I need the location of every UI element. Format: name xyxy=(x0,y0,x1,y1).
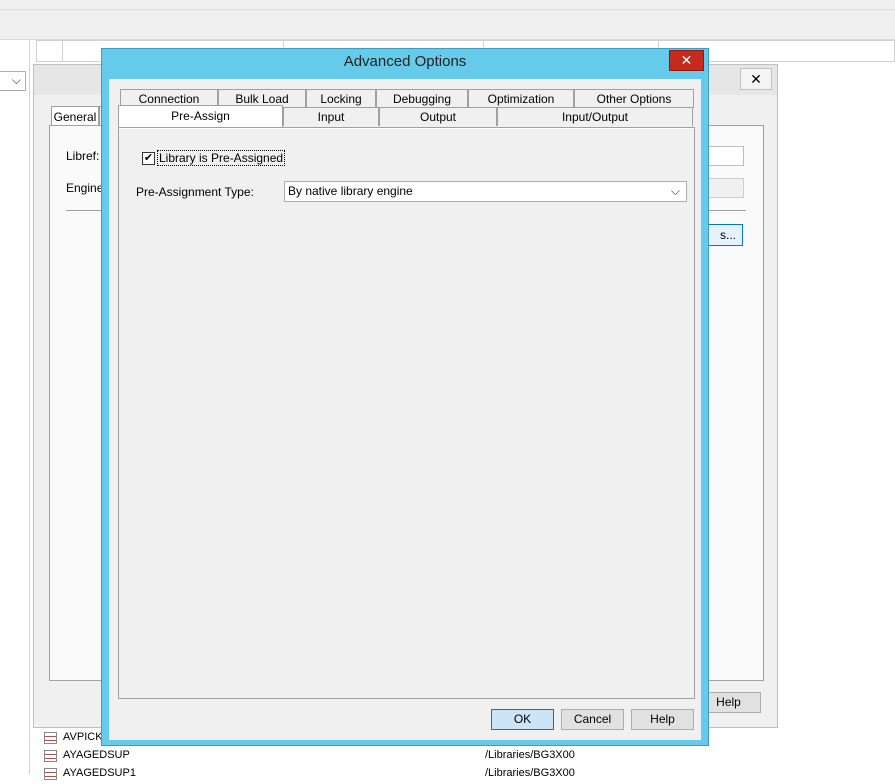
preassignment-type-label: Pre-Assignment Type: xyxy=(136,185,254,199)
chevron-down-icon: ⌵ xyxy=(670,184,680,198)
pre-assign-panel: ✔ Library is Pre-Assigned Pre-Assignment… xyxy=(118,127,695,699)
tab-debugging[interactable]: Debugging xyxy=(376,89,468,108)
tab-other-options[interactable]: Other Options xyxy=(574,89,694,108)
libref-label: Libref: xyxy=(66,149,100,163)
tab-input[interactable]: Input xyxy=(283,107,379,126)
checkmark-icon: ✔ xyxy=(143,152,154,164)
tab-input-output[interactable]: Input/Output xyxy=(497,107,693,126)
preassigned-checkbox[interactable]: ✔ xyxy=(142,152,155,165)
list-item-name: AYAGEDSUP xyxy=(63,749,130,761)
close-button[interactable]: ✕ xyxy=(740,68,772,90)
help-button[interactable]: Help xyxy=(631,709,694,730)
list-item-name: AYAGEDSUP1 xyxy=(63,767,136,779)
list-item-path: /Libraries/BG3X00 xyxy=(485,767,575,779)
dialog-client: Connection Bulk Load Locking Debugging O… xyxy=(109,79,701,740)
close-icon: ✕ xyxy=(680,52,693,68)
ok-button[interactable]: OK xyxy=(491,709,554,730)
tab-optimization[interactable]: Optimization xyxy=(468,89,574,108)
list-item-path: /Libraries/BG3X00 xyxy=(485,749,575,761)
preassignment-type-value: By native library engine xyxy=(288,184,413,198)
table-icon xyxy=(44,768,57,780)
list-header-column[interactable] xyxy=(37,41,63,61)
advanced-options-dialog: Advanced Options ✕ Connection Bulk Load … xyxy=(101,48,709,746)
list-item[interactable]: AYAGEDSUP1 /Libraries/BG3X00 xyxy=(44,766,644,784)
close-button[interactable]: ✕ xyxy=(669,50,704,71)
tab-pre-assign[interactable]: Pre-Assign xyxy=(118,105,283,127)
tab-general[interactable]: General xyxy=(51,106,99,126)
left-pane xyxy=(0,40,30,774)
dialog-title: Advanced Options xyxy=(343,53,467,70)
left-pane-dropdown[interactable]: ⌵ xyxy=(0,71,26,91)
panel-highlight xyxy=(119,128,694,129)
table-icon xyxy=(44,732,57,744)
cancel-button[interactable]: Cancel xyxy=(561,709,624,730)
tab-locking[interactable]: Locking xyxy=(306,89,376,108)
toolbar-separator xyxy=(0,9,895,10)
chevron-down-icon: ⌵ xyxy=(11,73,21,87)
preassigned-checkbox-label[interactable]: Library is Pre-Assigned xyxy=(157,150,286,166)
app-toolbar xyxy=(0,0,895,40)
table-icon xyxy=(44,750,57,762)
preassignment-type-select[interactable]: By native library engine ⌵ xyxy=(284,181,687,202)
tab-output[interactable]: Output xyxy=(379,107,497,126)
list-item[interactable]: AYAGEDSUP /Libraries/BG3X00 xyxy=(44,748,644,766)
close-icon: ✕ xyxy=(750,71,762,87)
